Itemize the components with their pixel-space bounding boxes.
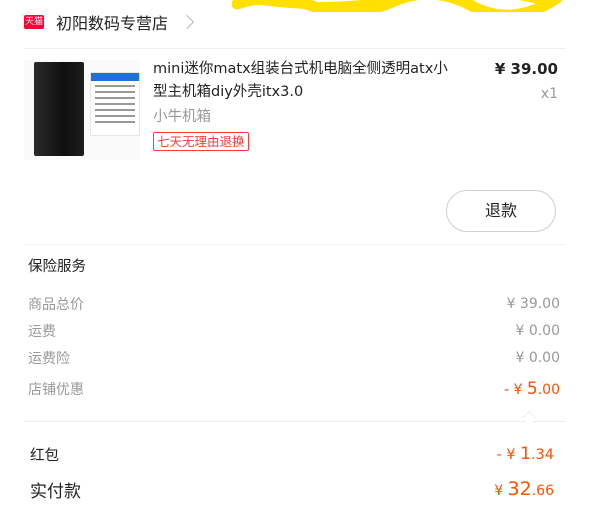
red-packet-row: 红包 - ¥ 1.34 (30, 443, 554, 465)
tmall-logo-icon: 天猫 (24, 15, 44, 29)
insurance-section-title[interactable]: 保险服务 (28, 255, 86, 276)
paid-label: 实付款 (30, 481, 81, 502)
discount-value: - ¥ 5.00 (504, 379, 560, 399)
fee-label: 运费 (28, 324, 56, 340)
caret-up-icon (521, 410, 537, 426)
product-image[interactable] (24, 60, 140, 160)
fee-label: 运费险 (28, 351, 70, 367)
divider (24, 421, 566, 422)
case-spec-label-graphic (90, 72, 140, 136)
fee-value: ¥ 0.00 (515, 323, 560, 339)
product-title[interactable]: mini迷你matx组装台式机电脑全侧透明atx小型主机箱diy外壳itx3.0 (153, 58, 453, 104)
fee-row-shipping-insurance: 运费险 ¥ 0.00 (28, 348, 560, 368)
fee-row-goods-total: 商品总价 ¥ 39.00 (28, 294, 560, 314)
fee-value: ¥ 0.00 (515, 350, 560, 366)
paid-value: ¥ 32.66 (494, 478, 554, 500)
fee-value: ¥ 39.00 (506, 296, 560, 312)
product-price: ¥ 39.00 (494, 60, 558, 78)
fee-row-shipping: 运费 ¥ 0.00 (28, 321, 560, 341)
red-packet-value: - ¥ 1.34 (496, 444, 554, 464)
divider (24, 244, 566, 245)
product-quantity: x1 (540, 86, 558, 102)
fee-label: 店铺优惠 (28, 382, 84, 398)
red-packet-label: 红包 (30, 447, 59, 464)
chevron-right-icon (179, 14, 195, 30)
fee-row-store-discount: 店铺优惠 - ¥ 5.00 (28, 379, 560, 399)
store-header[interactable]: 天猫 初阳数码专营店 (24, 8, 195, 36)
return-policy-tag: 七天无理由退换 (153, 132, 249, 151)
divider (24, 48, 566, 49)
fee-label: 商品总价 (28, 297, 84, 313)
store-name: 初阳数码专营店 (56, 14, 169, 33)
redaction-scribble (232, 0, 562, 12)
product-sku: 小牛机箱 (153, 109, 211, 125)
pc-case-graphic (34, 62, 84, 156)
paid-amount-row: 实付款 ¥ 32.66 (30, 476, 554, 502)
refund-button[interactable]: 退款 (446, 190, 556, 232)
